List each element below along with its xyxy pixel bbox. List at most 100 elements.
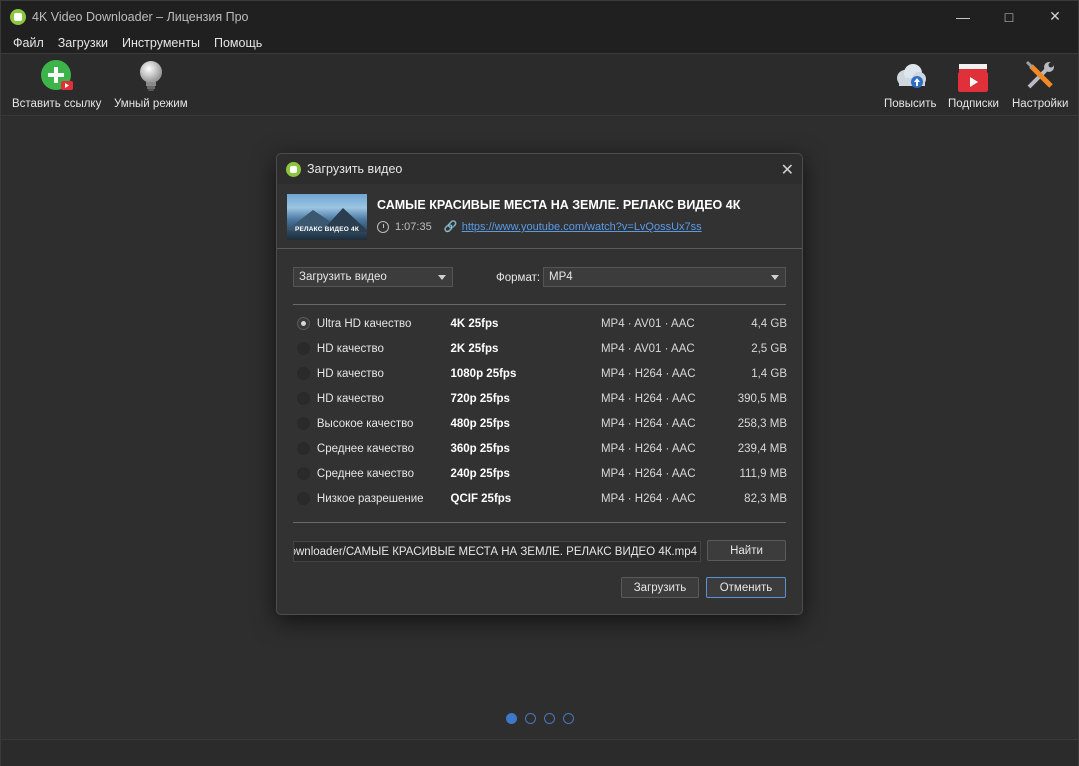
quality-name: HD качество xyxy=(316,367,384,380)
quality-resolution: 360p 25fps xyxy=(450,442,510,455)
menu-bar: Файл Загрузки Инструменты Помощь xyxy=(1,32,1078,53)
quality-size: 258,3 MB xyxy=(737,417,787,430)
quality-resolution: 2K 25fps xyxy=(450,342,499,355)
quality-resolution: 1080p 25fps xyxy=(450,367,517,380)
menu-tools[interactable]: Инструменты xyxy=(115,36,207,50)
quality-codec: MP4 · H264 · AAC xyxy=(600,442,696,455)
quality-resolution: 720p 25fps xyxy=(450,392,510,405)
save-path-value: < Video Downloader/САМЫЕ КРАСИВЫЕ МЕСТА … xyxy=(294,545,697,558)
quality-radio[interactable] xyxy=(297,367,310,380)
settings-button[interactable]: Настройки xyxy=(1012,58,1068,110)
upgrade-label: Повысить xyxy=(884,98,937,110)
paste-link-label: Вставить ссылку xyxy=(12,98,102,110)
format-select[interactable]: MP4 xyxy=(543,267,786,287)
quality-size: 239,4 MB xyxy=(737,442,787,455)
video-thumbnail: РЕЛАКС ВИДЕО 4К xyxy=(287,194,367,240)
quality-resolution: 4K 25fps xyxy=(450,317,499,330)
format-label: Формат: xyxy=(496,272,541,284)
quality-size: 390,5 MB xyxy=(737,392,787,405)
quality-radio[interactable] xyxy=(297,442,310,455)
divider xyxy=(293,522,786,523)
cancel-button[interactable]: Отменить xyxy=(706,577,786,598)
smart-mode-label: Умный режим xyxy=(114,98,188,110)
wrench-screwdriver-icon xyxy=(1022,58,1058,94)
thumbnail-caption: РЕЛАКС ВИДЕО 4К xyxy=(294,226,360,233)
video-meta: 1:07:35 🔗 https://www.youtube.com/watch?… xyxy=(377,221,702,233)
download-type-select[interactable]: Загрузить видео xyxy=(293,267,453,287)
divider xyxy=(293,304,786,305)
quality-codec: MP4 · H264 · AAC xyxy=(600,367,696,380)
smart-mode-button[interactable]: Умный режим xyxy=(114,58,188,110)
quality-option[interactable]: Низкое разрешение QCIF 25fps MP4 · H264 · … xyxy=(297,486,787,511)
save-path-field[interactable]: < Video Downloader/САМЫЕ КРАСИВЫЕ МЕСТА … xyxy=(293,541,701,562)
menu-file[interactable]: Файл xyxy=(6,36,51,50)
quality-option[interactable]: Среднее качество 240p 25fps MP4 · H264 · A… xyxy=(297,461,787,486)
video-info: РЕЛАКС ВИДЕО 4К САМЫЕ КРАСИВЫЕ МЕСТА НА … xyxy=(277,184,802,249)
quality-option[interactable]: HD качество 720p 25fps MP4 · H264 · AAC 390… xyxy=(297,386,787,411)
format-value: MP4 xyxy=(549,271,573,283)
link-icon: 🔗 xyxy=(443,221,458,233)
quality-codec: MP4 · H264 · AAC xyxy=(600,392,696,405)
video-duration: 1:07:35 xyxy=(395,221,432,233)
subscriptions-button[interactable]: Подписки xyxy=(948,58,999,110)
quality-codec: MP4 · H264 · AAC xyxy=(600,417,696,430)
quality-option[interactable]: Среднее качество 360p 25fps MP4 · H264 · A… xyxy=(297,436,787,461)
download-button[interactable]: Загрузить xyxy=(621,577,699,598)
quality-radio[interactable] xyxy=(297,492,310,505)
quality-codec: MP4 · H264 · AAC xyxy=(600,492,696,505)
quality-size: 2,5 GB xyxy=(751,342,787,355)
quality-radio[interactable] xyxy=(297,342,310,355)
quality-option[interactable]: Ultra HD качество 4K 25fps MP4 · AV01 · AA… xyxy=(297,311,787,336)
quality-resolution: 240p 25fps xyxy=(450,467,510,480)
menu-downloads[interactable]: Загрузки xyxy=(51,36,115,50)
quality-size: 82,3 MB xyxy=(744,492,787,505)
onboarding-pager xyxy=(506,713,574,724)
quality-radio[interactable] xyxy=(297,417,310,430)
download-type-value: Загрузить видео xyxy=(299,271,387,283)
dialog-title-bar: Загрузить видео ✕ xyxy=(277,154,802,184)
app-logo-icon xyxy=(286,161,301,177)
title-bar: 4K Video Downloader – Лицензия Про — □ ✕ xyxy=(1,1,1078,32)
pager-dot[interactable] xyxy=(525,713,536,724)
close-icon[interactable]: ✕ xyxy=(781,160,794,180)
video-title: САМЫЕ КРАСИВЫЕ МЕСТА НА ЗЕМЛЕ. РЕЛАКС ВИ… xyxy=(377,198,741,212)
browse-button[interactable]: Найти xyxy=(707,540,786,561)
menu-help[interactable]: Помощь xyxy=(207,36,269,50)
window-controls: — □ ✕ xyxy=(940,1,1078,32)
subscriptions-label: Подписки xyxy=(948,98,999,110)
subscriptions-icon xyxy=(955,58,991,94)
quality-radio[interactable] xyxy=(297,467,310,480)
pager-dot[interactable] xyxy=(563,713,574,724)
clock-icon xyxy=(377,221,389,233)
quality-name: Ultra HD качество xyxy=(316,317,412,330)
paste-link-button[interactable]: Вставить ссылку xyxy=(12,58,101,110)
app-logo-icon xyxy=(10,8,26,25)
minimize-button[interactable]: — xyxy=(940,1,986,32)
quality-codec: MP4 · AV01 · AAC xyxy=(600,317,695,330)
quality-name: Среднее качество xyxy=(316,467,414,480)
window-title: 4K Video Downloader – Лицензия Про xyxy=(32,9,249,24)
pager-dot[interactable] xyxy=(544,713,555,724)
pager-dot[interactable] xyxy=(506,713,517,724)
settings-label: Настройки xyxy=(1012,98,1069,110)
quality-codec: MP4 · AV01 · AAC xyxy=(600,342,695,355)
quality-option[interactable]: HD качество 1080p 25fps MP4 · H264 · AAC 1,… xyxy=(297,361,787,386)
status-bar xyxy=(1,739,1078,766)
chevron-down-icon xyxy=(771,275,779,280)
quality-radio[interactable] xyxy=(297,392,310,405)
upgrade-button[interactable]: Повысить xyxy=(884,58,936,110)
quality-radio[interactable] xyxy=(297,317,310,330)
quality-name: Высокое качество xyxy=(316,417,414,430)
app-window: 4K Video Downloader – Лицензия Про — □ ✕… xyxy=(0,0,1079,766)
quality-name: Низкое разрешение xyxy=(316,492,424,505)
quality-name: Среднее качество xyxy=(316,442,414,455)
quality-name: HD качество xyxy=(316,342,384,355)
quality-option[interactable]: Высокое качество 480p 25fps MP4 · H264 · A… xyxy=(297,411,787,436)
video-url-link[interactable]: https://www.youtube.com/watch?v=LvQossUx… xyxy=(462,221,702,233)
close-window-button[interactable]: ✕ xyxy=(1032,1,1078,32)
maximize-button[interactable]: □ xyxy=(986,1,1032,32)
quality-option[interactable]: HD качество 2K 25fps MP4 · AV01 · AAC 2,5 G… xyxy=(297,336,787,361)
quality-name: HD качество xyxy=(316,392,384,405)
lightbulb-icon xyxy=(133,58,169,94)
quality-resolution: QCIF 25fps xyxy=(450,492,512,505)
